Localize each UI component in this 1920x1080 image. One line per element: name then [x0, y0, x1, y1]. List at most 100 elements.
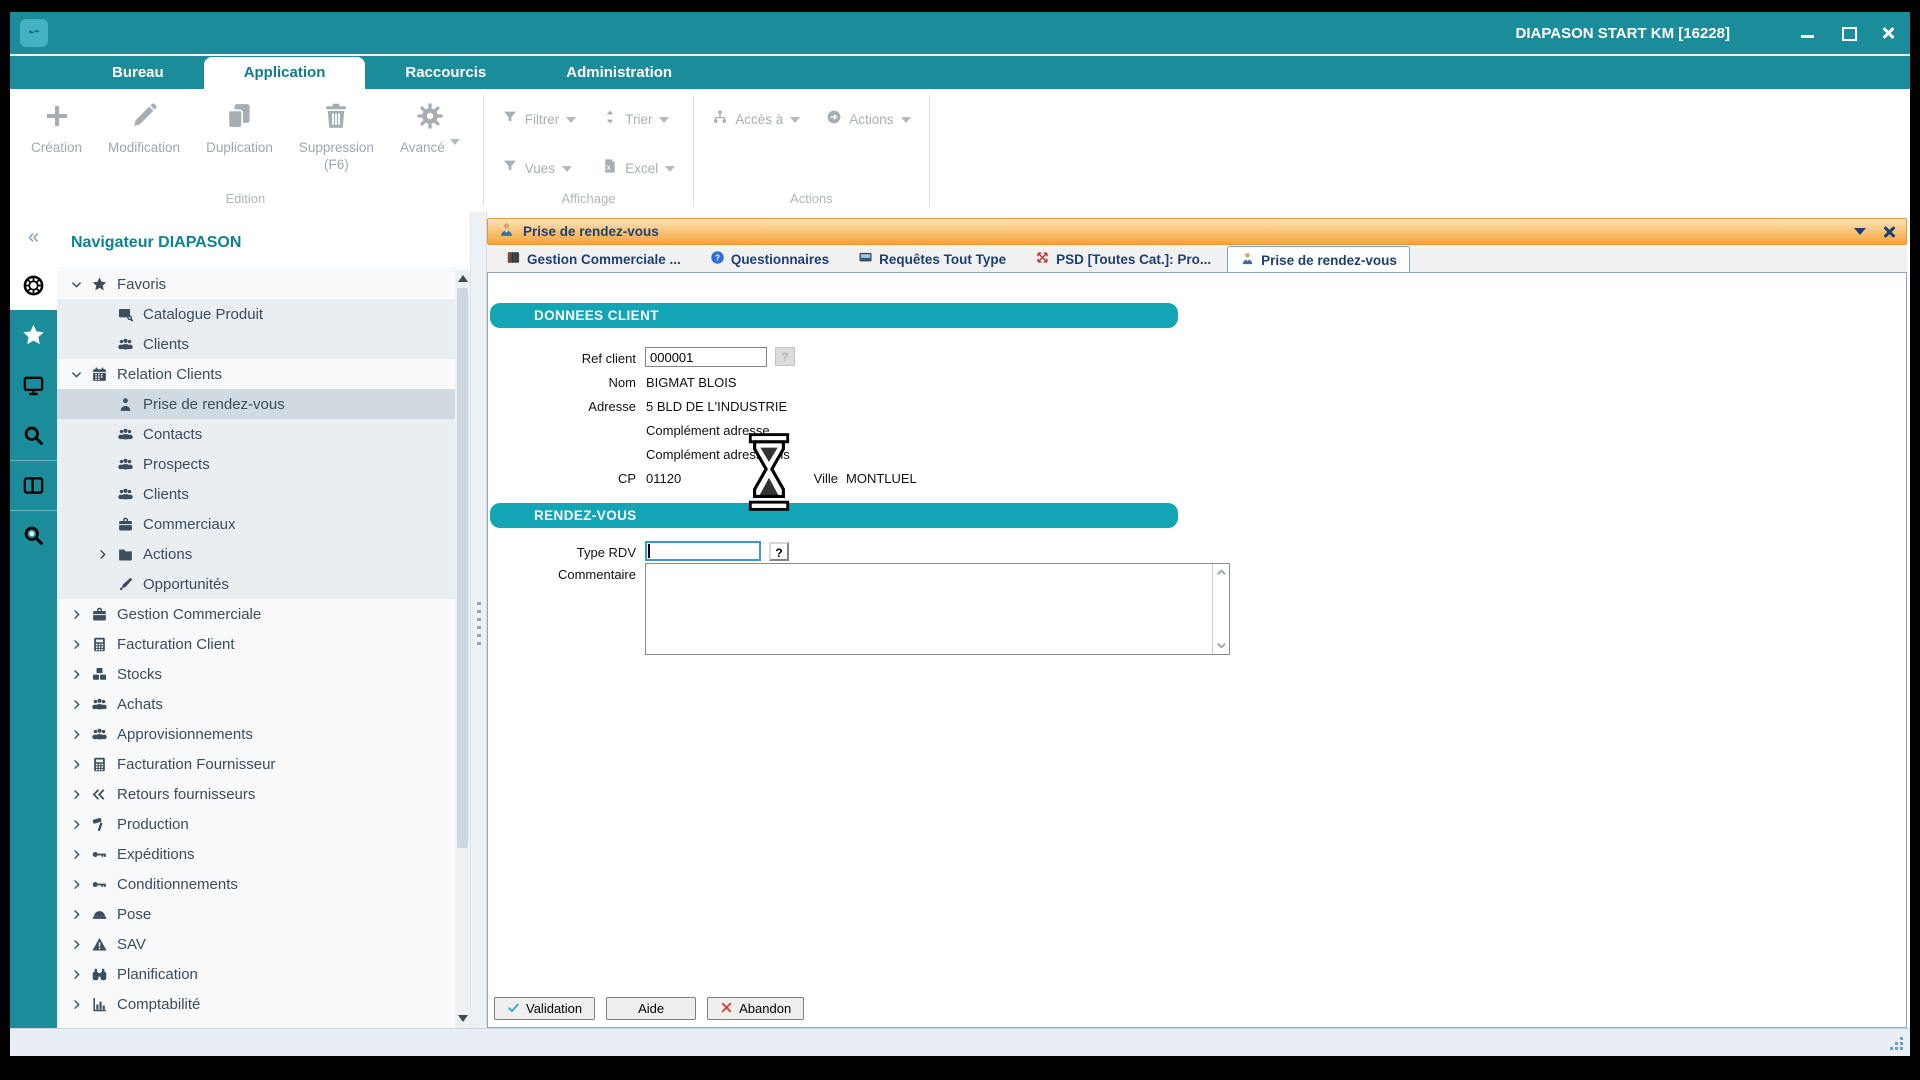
tree-item-facturation-fournisseur[interactable]: Facturation Fournisseur: [57, 749, 470, 779]
nav-scrollbar[interactable]: [455, 270, 470, 1028]
tree-item-facturation-client[interactable]: Facturation Client: [57, 629, 470, 659]
tree-item-prospects[interactable]: Prospects: [57, 449, 470, 479]
navigator-title: Navigateur DIAPASON: [57, 212, 470, 267]
cp-value: 01120: [646, 471, 681, 486]
textarea-scrollbar[interactable]: [1212, 564, 1229, 654]
rail-columns-icon[interactable]: [10, 460, 57, 510]
document-tab-requetes-tout-type[interactable]: Requêtes Tout Type: [845, 245, 1019, 272]
rail-monitor-icon[interactable]: [10, 360, 57, 410]
tree-item-label: Facturation Client: [117, 636, 235, 653]
tree-item-actions[interactable]: Actions: [57, 539, 470, 569]
document-tab-gestion-commerciale[interactable]: Gestion Commerciale ...: [493, 245, 694, 272]
tree-item-conditionnements[interactable]: Conditionnements: [57, 869, 470, 899]
tree-item-stocks[interactable]: Stocks: [57, 659, 470, 689]
document-tab-questionnaires[interactable]: ?Questionnaires: [697, 245, 842, 272]
resize-grip-icon[interactable]: [1888, 1035, 1904, 1051]
menu-tab-raccourcis[interactable]: Raccourcis: [365, 57, 526, 89]
tree-collapsed-chevron-icon[interactable]: [65, 818, 87, 831]
tree-collapsed-chevron-icon[interactable]: [65, 698, 87, 711]
tree-item-comptabilite[interactable]: Comptabilité: [57, 989, 470, 1019]
ref-client-help-button[interactable]: ?: [775, 347, 795, 366]
dropdown-caret-icon: [659, 117, 669, 123]
ribbon-group-label: Actions: [704, 191, 918, 212]
ribbon-button-vues[interactable]: Vues: [502, 158, 577, 179]
tree-item-opportunites[interactable]: Opportunités: [57, 569, 470, 599]
scroll-down-arrow-icon[interactable]: [455, 1010, 470, 1026]
rail-search-pin-icon[interactable]: [10, 510, 57, 560]
document-menu-caret-icon[interactable]: [1854, 228, 1866, 235]
ribbon-button-duplication[interactable]: Duplication: [193, 89, 286, 157]
commentaire-textarea[interactable]: [645, 563, 1230, 655]
document-close-icon[interactable]: [1882, 225, 1896, 239]
tree-collapsed-chevron-icon[interactable]: [65, 878, 87, 891]
validation-button[interactable]: Validation: [494, 997, 595, 1020]
tree-collapsed-chevron-icon[interactable]: [65, 908, 87, 921]
tree-item-contacts[interactable]: Contacts: [57, 419, 470, 449]
tree-item-commerciaux[interactable]: Commerciaux: [57, 509, 470, 539]
tree-collapsed-chevron-icon[interactable]: [65, 668, 87, 681]
tree-item-achats[interactable]: Achats: [57, 689, 470, 719]
ref-client-input[interactable]: [645, 347, 767, 367]
minimize-button[interactable]: [1800, 25, 1816, 41]
tree-collapsed-chevron-icon[interactable]: [65, 638, 87, 651]
sidebar-collapse-button[interactable]: «: [10, 212, 57, 260]
tree-item-production[interactable]: Production: [57, 809, 470, 839]
ribbon-button-filtrer[interactable]: Filtrer: [502, 109, 577, 130]
type-rdv-help-button[interactable]: ?: [769, 542, 789, 561]
tree-item-planification[interactable]: Planification: [57, 959, 470, 989]
tree-item-retours-fournisseurs[interactable]: Retours fournisseurs: [57, 779, 470, 809]
ribbon-button-acces-a[interactable]: Accès à: [712, 109, 800, 130]
tree-item-gestion-commerciale[interactable]: Gestion Commerciale: [57, 599, 470, 629]
document-tab-psd-toutes-cat-pro[interactable]: PSD [Toutes Cat.]: Pro...: [1022, 245, 1224, 272]
rail-search-icon[interactable]: [10, 410, 57, 460]
tree-item-label: Catalogue Produit: [143, 306, 263, 323]
tree-expanded-chevron-icon[interactable]: [65, 278, 87, 291]
tree-collapsed-chevron-icon[interactable]: [65, 968, 87, 981]
tree-item-relation-clients[interactable]: Relation Clients: [57, 359, 470, 389]
close-button[interactable]: [1880, 25, 1896, 41]
menu-tab-bureau[interactable]: Bureau: [72, 57, 204, 89]
tree-item-clients[interactable]: Clients: [57, 329, 470, 359]
rail-star-icon[interactable]: [10, 310, 57, 360]
document-tab-prise-de-rendez-vous[interactable]: Prise de rendez-vous: [1227, 246, 1410, 273]
menu-tab-administration[interactable]: Administration: [526, 57, 712, 89]
ribbon-separator: [693, 95, 694, 206]
scrollbar-thumb[interactable]: [457, 288, 468, 848]
ribbon-button-creation[interactable]: Création: [18, 89, 95, 157]
tree-collapsed-chevron-icon[interactable]: [91, 548, 113, 561]
tree-collapsed-chevron-icon[interactable]: [65, 998, 87, 1011]
ribbon-button-modification[interactable]: Modification: [95, 89, 193, 157]
ribbon-button-actions[interactable]: Actions: [826, 109, 910, 130]
section-header-donnees-client: DONNEES CLIENT: [490, 303, 1178, 328]
menu-tab-application[interactable]: Application: [204, 57, 366, 89]
scroll-up-arrow-icon[interactable]: [455, 270, 470, 286]
tree-collapsed-chevron-icon[interactable]: [65, 938, 87, 951]
tree-item-expeditions[interactable]: Expéditions: [57, 839, 470, 869]
panel-splitter[interactable]: [470, 212, 487, 1028]
tree-item-clients[interactable]: Clients: [57, 479, 470, 509]
ribbon-button-excel[interactable]: X Excel: [602, 158, 675, 179]
tree-collapsed-chevron-icon[interactable]: [65, 788, 87, 801]
tree-item-pose[interactable]: Pose: [57, 899, 470, 929]
tree-item-catalogue-produit[interactable]: Catalogue Produit: [57, 299, 470, 329]
tree-collapsed-chevron-icon[interactable]: [65, 758, 87, 771]
tree-item-favoris[interactable]: Favoris: [57, 269, 470, 299]
tree-collapsed-chevron-icon[interactable]: [65, 848, 87, 861]
aide-button[interactable]: Aide: [606, 997, 696, 1020]
ribbon-button-trier[interactable]: Trier: [602, 109, 675, 130]
rail-wheel-icon[interactable]: [10, 260, 57, 310]
tree-item-sav[interactable]: SAV: [57, 929, 470, 959]
tree-collapsed-chevron-icon[interactable]: [65, 608, 87, 621]
tree-item-prise-de-rendez-vous[interactable]: Prise de rendez-vous: [57, 389, 470, 419]
tree-item-approvisionnements[interactable]: Approvisionnements: [57, 719, 470, 749]
type-rdv-input[interactable]: [645, 541, 761, 561]
abandon-button[interactable]: Abandon: [707, 997, 804, 1020]
ribbon-button-suppression-f6[interactable]: Suppression (F6): [286, 89, 387, 174]
ribbon-button-avance[interactable]: Avancé: [387, 89, 473, 157]
splitter-grip-icon[interactable]: [477, 602, 481, 648]
tree-collapsed-chevron-icon[interactable]: [65, 728, 87, 741]
tree-expanded-chevron-icon[interactable]: [65, 368, 87, 381]
svg-text:?: ?: [715, 254, 720, 263]
maximize-button[interactable]: [1840, 25, 1856, 41]
scroll-up-chevron-icon: [1216, 567, 1227, 578]
